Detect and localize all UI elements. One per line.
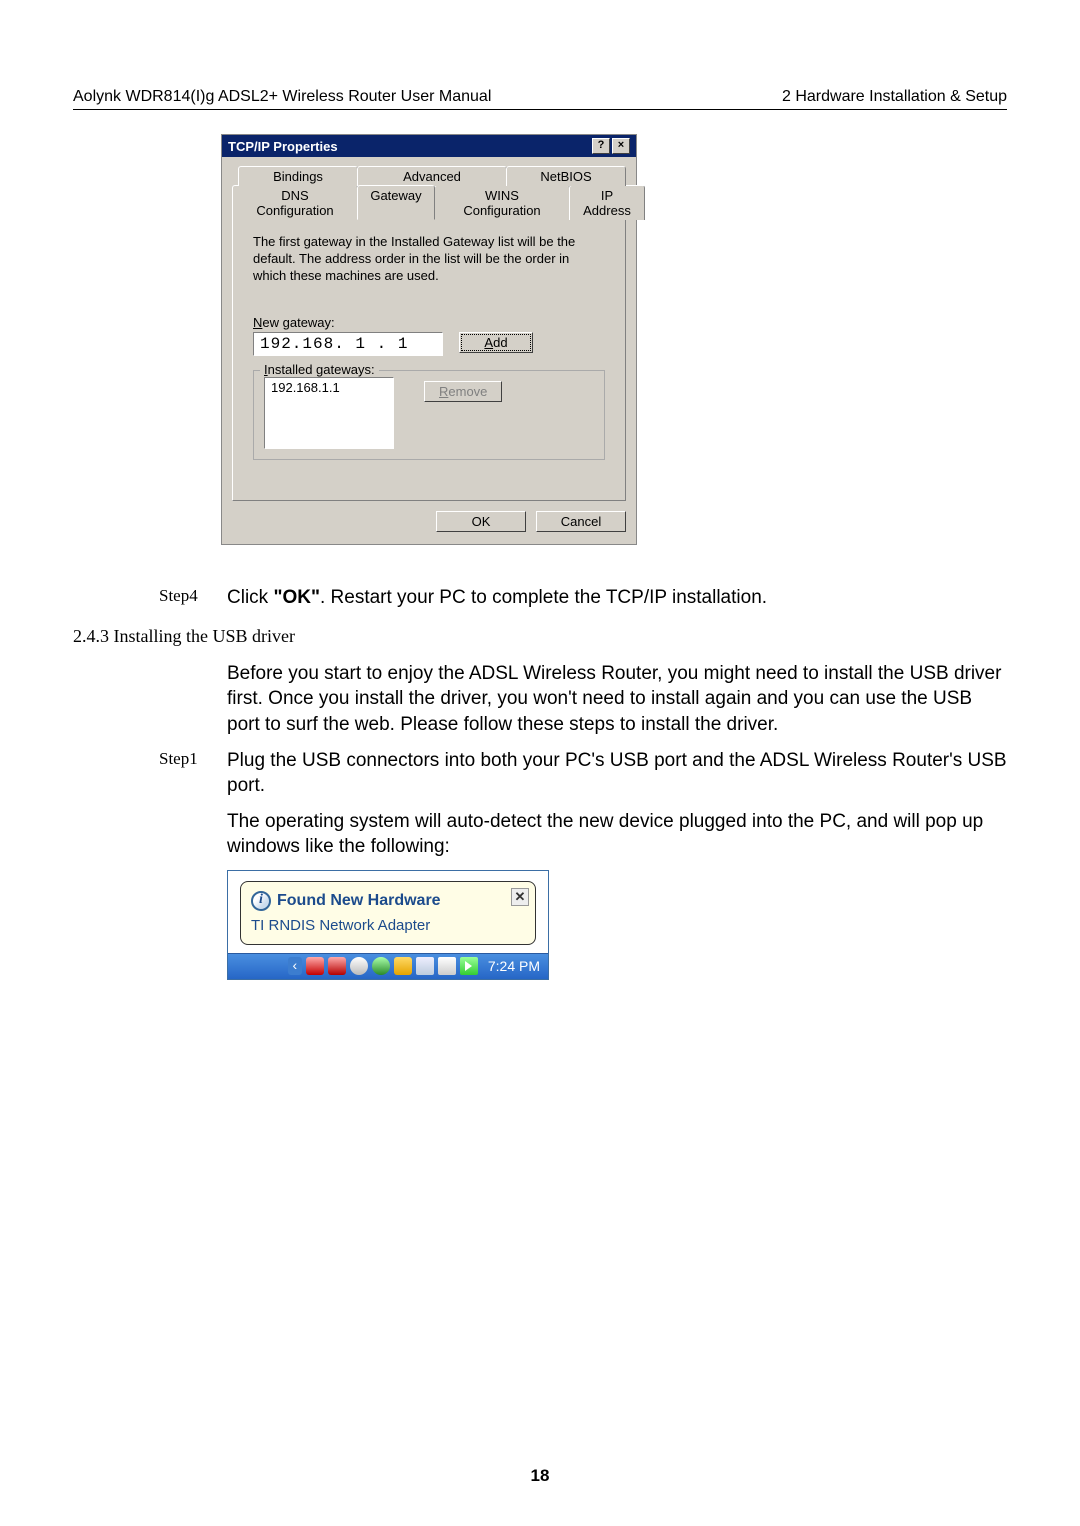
tray-icon[interactable] — [460, 957, 478, 975]
new-gateway-label: New gateway: — [253, 315, 605, 330]
tab-bindings[interactable]: Bindings — [238, 166, 358, 186]
cancel-button[interactable]: Cancel — [536, 511, 626, 532]
add-button[interactable]: Add — [459, 332, 533, 353]
tray-icon[interactable] — [438, 957, 456, 975]
new-gateway-input[interactable]: 192.168. 1 . 1 — [253, 332, 443, 356]
tray-icon[interactable] — [306, 957, 324, 975]
step1-text: Plug the USB connectors into both your P… — [227, 748, 1007, 799]
gateway-description: The first gateway in the Installed Gatew… — [253, 234, 605, 285]
tab-gateway[interactable]: Gateway — [357, 185, 435, 220]
popup-device-name: TI RNDIS Network Adapter — [251, 916, 525, 936]
tray-icon[interactable] — [372, 957, 390, 975]
step4-text: Click "OK". Restart your PC to complete … — [227, 585, 1007, 611]
header-left: Aolynk WDR814(I)g ADSL2+ Wireless Router… — [73, 88, 491, 106]
tab-advanced[interactable]: Advanced — [357, 166, 507, 186]
installed-gateways-list[interactable]: 192.168.1.1 — [264, 377, 394, 449]
close-icon[interactable]: × — [612, 138, 630, 154]
tray-icon[interactable] — [350, 957, 368, 975]
tab-netbios[interactable]: NetBIOS — [506, 166, 626, 186]
autodetect-paragraph: The operating system will auto-detect th… — [227, 809, 1007, 860]
dialog-title: TCP/IP Properties — [228, 139, 338, 154]
intro-paragraph: Before you start to enjoy the ADSL Wirel… — [227, 661, 1007, 738]
tray-clock: 7:24 PM — [488, 957, 540, 976]
remove-button[interactable]: Remove — [424, 381, 502, 402]
installed-gateway-item[interactable]: 192.168.1.1 — [269, 380, 389, 395]
found-new-hardware-popup: i Found New Hardware ✕ TI RNDIS Network … — [227, 870, 549, 980]
tray-expand-icon[interactable]: ‹ — [288, 957, 302, 975]
popup-title: Found New Hardware — [277, 890, 441, 912]
tray-icon[interactable] — [394, 957, 412, 975]
system-tray: ‹ 7:24 PM — [228, 953, 548, 979]
tab-dns-configuration[interactable]: DNS Configuration — [232, 185, 358, 220]
info-icon: i — [251, 891, 271, 911]
tab-ip-address[interactable]: IP Address — [569, 185, 645, 220]
tray-icon[interactable] — [416, 957, 434, 975]
installed-gateways-label: Installed gateways: — [260, 362, 379, 377]
step4-label: Step4 — [159, 585, 223, 608]
step1-label: Step1 — [159, 748, 223, 771]
help-icon[interactable]: ? — [592, 138, 610, 154]
ok-button[interactable]: OK — [436, 511, 526, 532]
tcpip-properties-dialog: TCP/IP Properties ? × Bindings Advanced … — [221, 134, 637, 545]
section-heading: 2.4.3 Installing the USB driver — [73, 624, 1007, 648]
header-right: 2 Hardware Installation & Setup — [782, 88, 1007, 106]
tab-wins-configuration[interactable]: WINS Configuration — [434, 185, 570, 220]
tray-icon[interactable] — [328, 957, 346, 975]
page-number: 18 — [0, 1466, 1080, 1486]
popup-close-icon[interactable]: ✕ — [511, 888, 529, 906]
